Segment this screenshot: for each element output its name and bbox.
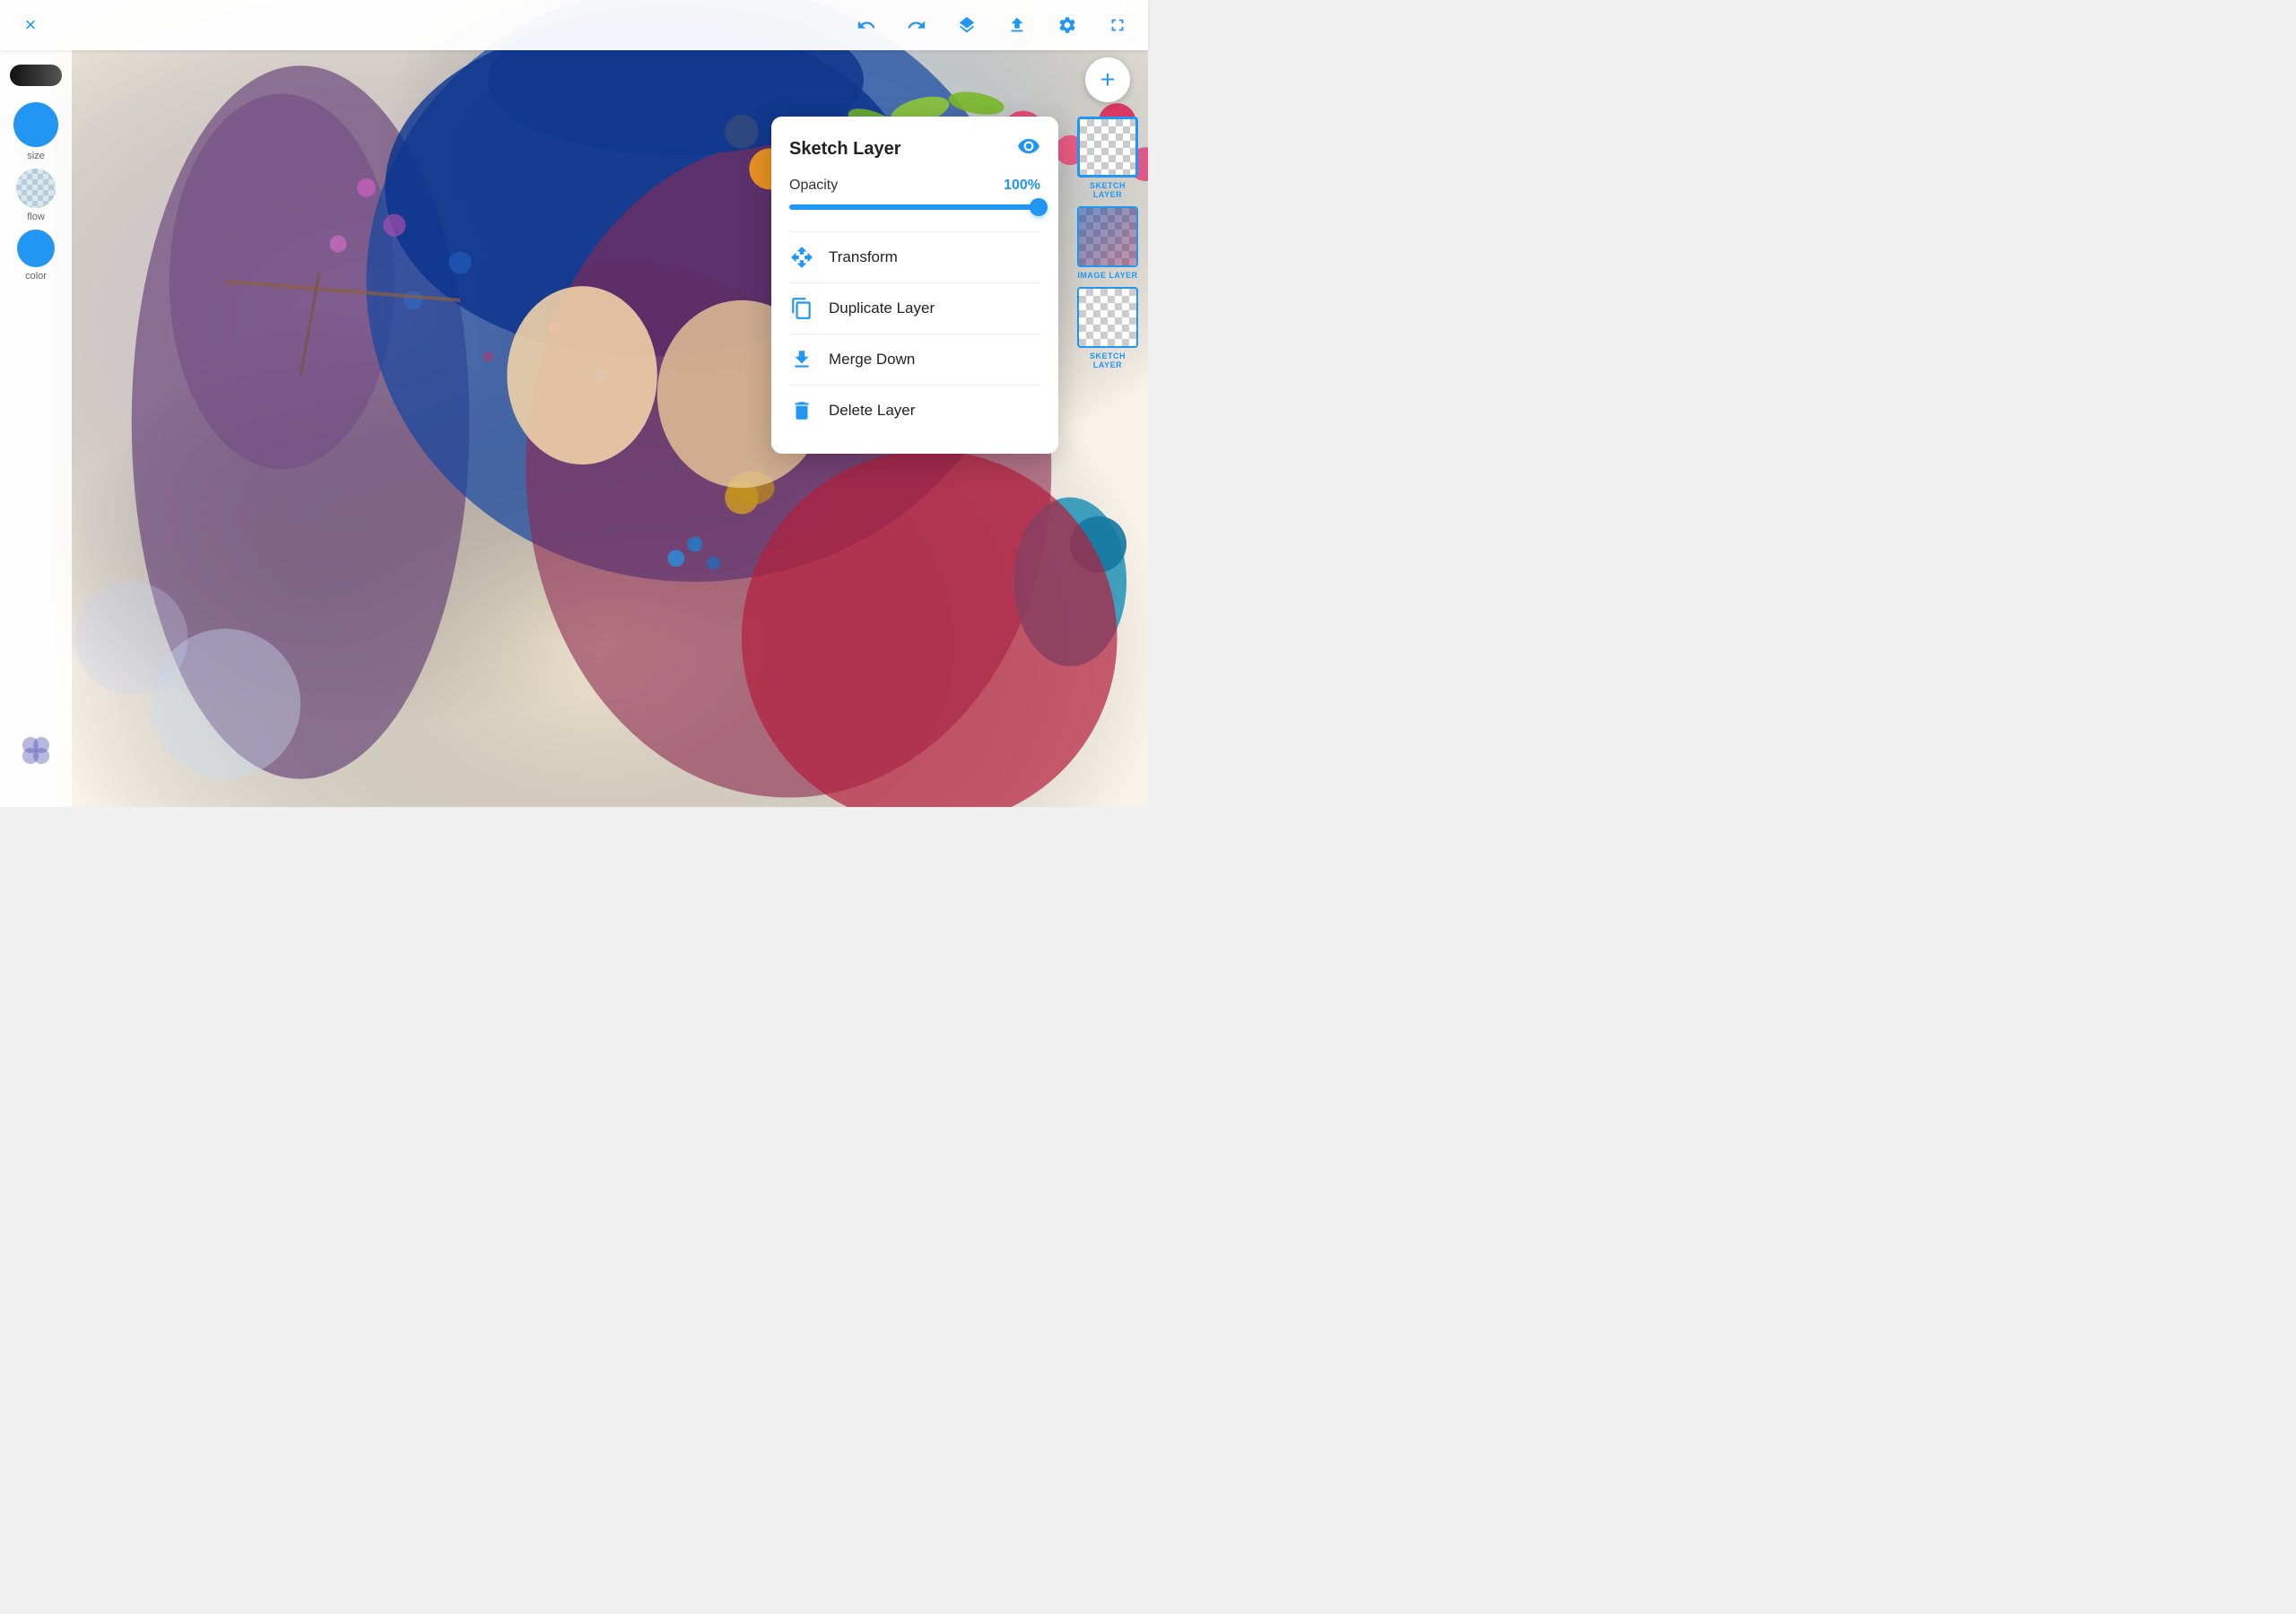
opacity-value: 100%: [1004, 178, 1040, 194]
opacity-slider-fill: [789, 204, 1040, 210]
size-circle: [13, 102, 58, 147]
opacity-label: Opacity: [789, 178, 838, 194]
size-label: size: [27, 151, 45, 161]
layer-thumbnail-image: [1077, 206, 1138, 267]
redo-icon: [907, 15, 926, 35]
upload-icon: [1007, 15, 1027, 35]
layer-item-sketch-top[interactable]: SKETCH LAYER: [1076, 117, 1139, 199]
symmetry-button[interactable]: [20, 734, 52, 771]
visibility-toggle[interactable]: [1017, 134, 1040, 163]
transform-menu-item[interactable]: Transform: [789, 231, 1040, 282]
layer-label-sketch-top: SKETCH LAYER: [1076, 181, 1139, 199]
right-panel: + SKETCH LAYER IMAGE LAYER SKETCH LAYER: [1067, 50, 1148, 807]
context-menu: Sketch Layer Opacity 100% Transform Dupl: [771, 117, 1058, 454]
undo-button[interactable]: [850, 9, 883, 41]
delete-layer-menu-item[interactable]: Delete Layer: [789, 385, 1040, 436]
fullscreen-icon: [1108, 15, 1127, 35]
context-menu-title: Sketch Layer: [789, 139, 901, 160]
duplicate-layer-menu-item[interactable]: Duplicate Layer: [789, 282, 1040, 334]
delete-label: Delete Layer: [829, 402, 915, 420]
add-icon: +: [1100, 65, 1115, 94]
opacity-slider-thumb: [1030, 198, 1048, 216]
delete-icon: [789, 398, 814, 423]
close-button[interactable]: ×: [14, 9, 47, 41]
layer-label-sketch-bottom: SKETCH LAYER: [1076, 351, 1139, 369]
transform-icon: [789, 245, 814, 270]
transform-label: Transform: [829, 248, 898, 266]
merge-icon: [789, 347, 814, 372]
layer-item-sketch-bottom[interactable]: SKETCH LAYER: [1076, 287, 1139, 369]
layer-thumbnail-sketch-bottom: [1077, 287, 1138, 348]
toolbar-right: [850, 9, 1134, 41]
checker-pattern-3: [1079, 289, 1136, 346]
layer-thumbnail-sketch-top: [1077, 117, 1138, 178]
top-toolbar: ×: [0, 0, 1148, 50]
add-layer-button[interactable]: +: [1085, 57, 1130, 102]
clover-icon: [20, 734, 52, 767]
layer-label-image: IMAGE LAYER: [1077, 271, 1137, 280]
merge-label: Merge Down: [829, 351, 915, 369]
flow-circle: [16, 169, 56, 208]
eye-icon: [1017, 134, 1040, 158]
size-tool[interactable]: size: [13, 102, 58, 161]
upload-button[interactable]: [1001, 9, 1033, 41]
color-label: color: [25, 271, 47, 282]
merge-down-menu-item[interactable]: Merge Down: [789, 334, 1040, 385]
settings-button[interactable]: [1051, 9, 1083, 41]
checker-pattern: [1080, 119, 1135, 175]
close-icon: ×: [25, 13, 37, 37]
flow-label: flow: [27, 212, 45, 222]
undo-icon: [857, 15, 876, 35]
opacity-slider[interactable]: [789, 204, 1040, 210]
layer-item-image[interactable]: IMAGE LAYER: [1076, 206, 1139, 280]
flow-tool[interactable]: flow: [16, 169, 56, 222]
settings-icon: [1057, 15, 1077, 35]
layers-icon: [957, 15, 977, 35]
fullscreen-button[interactable]: [1101, 9, 1134, 41]
duplicate-icon: [789, 296, 814, 321]
opacity-row: Opacity 100%: [789, 178, 1040, 194]
color-tool[interactable]: color: [17, 230, 55, 282]
left-panel: size flow color: [0, 50, 72, 807]
redo-button[interactable]: [900, 9, 933, 41]
context-menu-header: Sketch Layer: [789, 134, 1040, 163]
layers-button[interactable]: [951, 9, 983, 41]
color-circle: [17, 230, 55, 267]
brush-stroke-preview: [10, 65, 62, 86]
duplicate-label: Duplicate Layer: [829, 299, 935, 317]
